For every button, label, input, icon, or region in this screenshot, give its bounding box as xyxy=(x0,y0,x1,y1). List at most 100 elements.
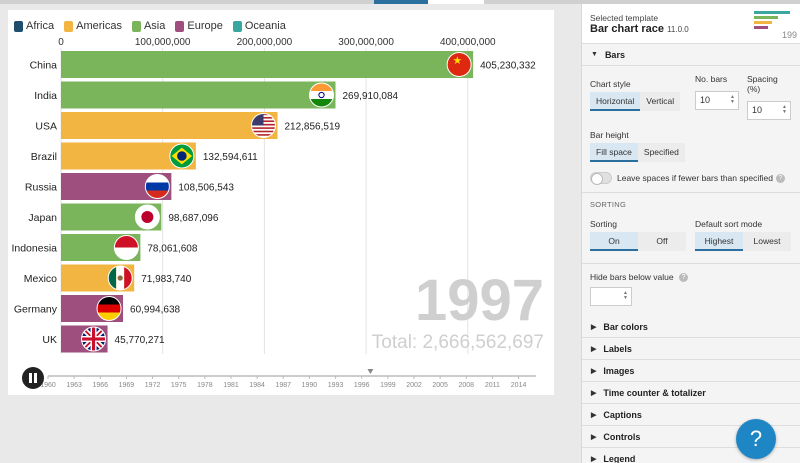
bar-group: Japan 98,687,096 xyxy=(28,203,219,231)
leave-spaces-label: Leave spaces if fewer bars than specifie… xyxy=(617,173,773,183)
x-tick-label: 400,000,000 xyxy=(440,37,496,48)
category-label: Japan xyxy=(28,212,57,224)
indonesia-flag-icon xyxy=(113,235,139,260)
timeline-tick-label: 1996 xyxy=(354,382,370,389)
value-label: 269,910,084 xyxy=(343,91,399,102)
top-tab-active[interactable] xyxy=(374,0,428,4)
section-bars[interactable]: ▼ Bars xyxy=(582,44,800,66)
timeline-handle[interactable] xyxy=(367,369,374,374)
chart-style-vertical[interactable]: Vertical xyxy=(640,92,681,111)
category-label: China xyxy=(30,60,58,72)
timeline-tick-label: 1972 xyxy=(145,382,161,389)
bars-section-body: Chart style Horizontal Vertical No. bars… xyxy=(582,66,800,317)
sorting-toggle: On Off xyxy=(590,232,686,251)
help-icon[interactable]: ? xyxy=(775,173,785,183)
bar-group: Germany 60,994,638 xyxy=(14,295,181,322)
top-tab[interactable] xyxy=(428,0,484,4)
triangle-down-icon: ▼ xyxy=(591,51,598,58)
pause-button[interactable] xyxy=(22,367,44,389)
hide-bars-input[interactable]: ▲ ▼ xyxy=(590,287,632,307)
category-label: Indonesia xyxy=(11,243,57,255)
timeline-tick-label: 2008 xyxy=(458,382,474,389)
bar-group: Brazil 132,594,611 xyxy=(31,142,258,170)
help-icon[interactable]: ? xyxy=(679,273,689,283)
category-label: India xyxy=(34,90,57,102)
bar-group: Mexico 71,983,740 xyxy=(24,264,192,292)
timeline-tick-label: 1969 xyxy=(119,382,135,389)
timeline-tick-label: 1999 xyxy=(380,382,396,389)
category-label: Russia xyxy=(25,182,57,194)
timeline-tick-label: 1987 xyxy=(275,382,291,389)
help-button[interactable]: ? xyxy=(736,419,776,459)
section-images[interactable]: ▶ Images xyxy=(582,360,800,383)
x-tick-label: 200,000,000 xyxy=(237,37,293,48)
value-label: 45,770,271 xyxy=(115,335,165,346)
timeline-tick-label: 2014 xyxy=(511,382,527,389)
value-label: 78,061,608 xyxy=(147,244,197,255)
triangle-right-icon: ▶ xyxy=(591,433,597,441)
sorting-off[interactable]: Off xyxy=(638,232,686,251)
sort-lowest[interactable]: Lowest xyxy=(743,232,791,251)
sorting-on[interactable]: On xyxy=(590,232,638,251)
leave-spaces-toggle[interactable] xyxy=(590,172,612,185)
section-label: Captions xyxy=(603,409,642,420)
selected-template-header: Selected template Bar chart race 11.0.0 … xyxy=(582,4,800,44)
chart-style-horizontal[interactable]: Horizontal xyxy=(590,92,641,111)
stepper-icon: ▲ ▼ xyxy=(782,104,787,115)
timeline-tick-label: 1981 xyxy=(223,382,239,389)
sorting-caption: SORTING xyxy=(590,200,627,209)
value-label: 71,983,740 xyxy=(141,274,191,285)
uk-flag-icon xyxy=(81,326,107,352)
russia-flag-icon xyxy=(144,174,170,199)
x-tick-label: 300,000,000 xyxy=(338,37,394,48)
bar-height-toggle: Fill space Specified xyxy=(590,143,792,162)
bar xyxy=(61,51,474,78)
timeline-tick-label: 2002 xyxy=(406,382,422,389)
timeline-tick-label: 2011 xyxy=(485,382,500,389)
section-label: Labels xyxy=(603,343,632,354)
timeline-tick-label: 1984 xyxy=(249,382,265,389)
bar-group: China ★ 405,230,332 xyxy=(30,51,536,78)
stepper-icon: ▲ ▼ xyxy=(730,94,735,105)
no-bars-input[interactable]: 10 ▲ ▼ xyxy=(695,91,739,110)
section-time-counter-totalizer[interactable]: ▶ Time counter & totalizer xyxy=(582,382,800,405)
triangle-right-icon: ▶ xyxy=(591,455,597,463)
bar-height-fill-space[interactable]: Fill space xyxy=(590,143,638,162)
section-label: Legend xyxy=(603,453,636,463)
category-label: USA xyxy=(35,121,57,133)
chart-style-toggle: Horizontal Vertical xyxy=(590,92,681,111)
template-version: 11.0.0 xyxy=(667,25,689,34)
chart-style-label: Chart style xyxy=(590,79,631,89)
bar xyxy=(61,81,336,109)
default-sort-toggle: Highest Lowest xyxy=(695,232,791,251)
bar-height-label: Bar height xyxy=(590,130,629,140)
svg-text:★: ★ xyxy=(453,54,463,67)
value-label: 108,506,543 xyxy=(178,183,234,194)
sorting-label: Sorting xyxy=(590,219,617,229)
category-label: UK xyxy=(42,334,57,346)
template-thumbnail[interactable]: 199 xyxy=(752,8,800,42)
triangle-right-icon: ▶ xyxy=(591,323,597,331)
triangle-right-icon: ▶ xyxy=(591,345,597,353)
section-bar-colors[interactable]: ▶ Bar colors xyxy=(582,316,800,339)
triangle-right-icon: ▶ xyxy=(591,389,597,397)
usa-flag-icon xyxy=(250,113,276,138)
mexico-flag-icon xyxy=(107,265,133,291)
category-label: Mexico xyxy=(24,273,57,285)
stepper-icon: ▲ ▼ xyxy=(623,290,628,302)
bar-height-specified[interactable]: Specified xyxy=(637,143,685,162)
value-label: 132,594,611 xyxy=(203,152,258,163)
category-label: Brazil xyxy=(31,151,57,163)
section-labels[interactable]: ▶ Labels xyxy=(582,338,800,361)
section-label: Bar colors xyxy=(603,321,648,332)
value-label: 98,687,096 xyxy=(168,213,218,224)
bar xyxy=(61,112,278,139)
timeline-tick-label: 1990 xyxy=(302,382,318,389)
x-tick-label: 100,000,000 xyxy=(135,37,191,48)
triangle-right-icon: ▶ xyxy=(591,411,597,419)
chart-card: Africa Americas Asia Europe Oceania 0 100,000… xyxy=(8,10,554,395)
section-label: Time counter & totalizer xyxy=(603,387,706,398)
sort-highest[interactable]: Highest xyxy=(695,232,743,251)
spacing-input[interactable]: 10 ▲ ▼ xyxy=(747,101,791,120)
settings-panel: Selected template Bar chart race 11.0.0 … xyxy=(581,4,800,463)
